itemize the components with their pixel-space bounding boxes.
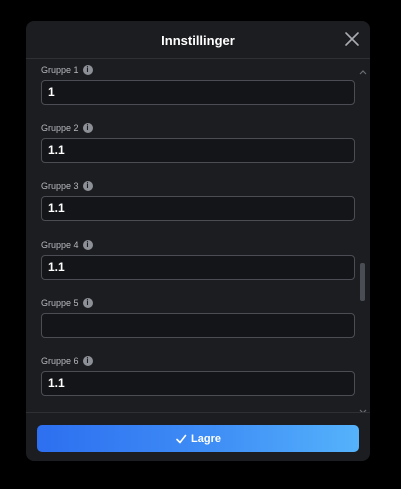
field-label-text: Gruppe 6 [41, 355, 79, 366]
info-icon[interactable]: i [82, 180, 93, 191]
field-label: Gruppe 3 i [41, 179, 93, 192]
field-label: Gruppe 6 i [41, 354, 93, 367]
info-icon[interactable]: i [82, 239, 93, 250]
scroll-up-arrow-icon[interactable] [359, 62, 367, 75]
field-label-text: Gruppe 4 [41, 239, 79, 250]
field-label: Gruppe 4 i [41, 238, 93, 251]
gruppe-5-input[interactable] [41, 313, 355, 338]
field-label: Gruppe 1 i [41, 63, 93, 76]
gruppe-1-input[interactable]: 1 [41, 80, 355, 105]
save-button-label: Lagre [191, 432, 221, 445]
field-label-text: Gruppe 3 [41, 180, 79, 191]
close-icon[interactable] [344, 31, 360, 47]
field-label-text: Gruppe 2 [41, 122, 79, 133]
save-button[interactable]: Lagre [37, 425, 359, 452]
info-icon[interactable]: i [82, 64, 93, 75]
settings-dialog: Innstillinger Gruppe 1 i 1 Gruppe 2 i 1.… [26, 21, 370, 461]
gruppe-2-input[interactable]: 1.1 [41, 138, 355, 163]
field-label: Gruppe 5 i [41, 296, 93, 309]
info-icon[interactable]: i [82, 355, 93, 366]
scroll-down-arrow-icon[interactable] [359, 402, 367, 412]
field-label-text: Gruppe 1 [41, 64, 79, 75]
gruppe-4-input[interactable]: 1.1 [41, 255, 355, 280]
gruppe-6-input[interactable]: 1.1 [41, 371, 355, 396]
dialog-footer: Lagre [26, 412, 370, 461]
info-icon[interactable]: i [82, 122, 93, 133]
field-label: Gruppe 2 i [41, 121, 93, 134]
gruppe-3-input[interactable]: 1.1 [41, 196, 355, 221]
dialog-header: Innstillinger [26, 21, 370, 59]
check-icon [176, 434, 187, 443]
settings-scroll-area[interactable]: Gruppe 1 i 1 Gruppe 2 i 1.1 Gruppe 3 i 1… [26, 59, 370, 412]
field-label-text: Gruppe 5 [41, 297, 79, 308]
scrollbar-thumb[interactable] [360, 263, 365, 301]
info-icon[interactable]: i [82, 297, 93, 308]
dialog-title: Innstillinger [161, 33, 235, 48]
